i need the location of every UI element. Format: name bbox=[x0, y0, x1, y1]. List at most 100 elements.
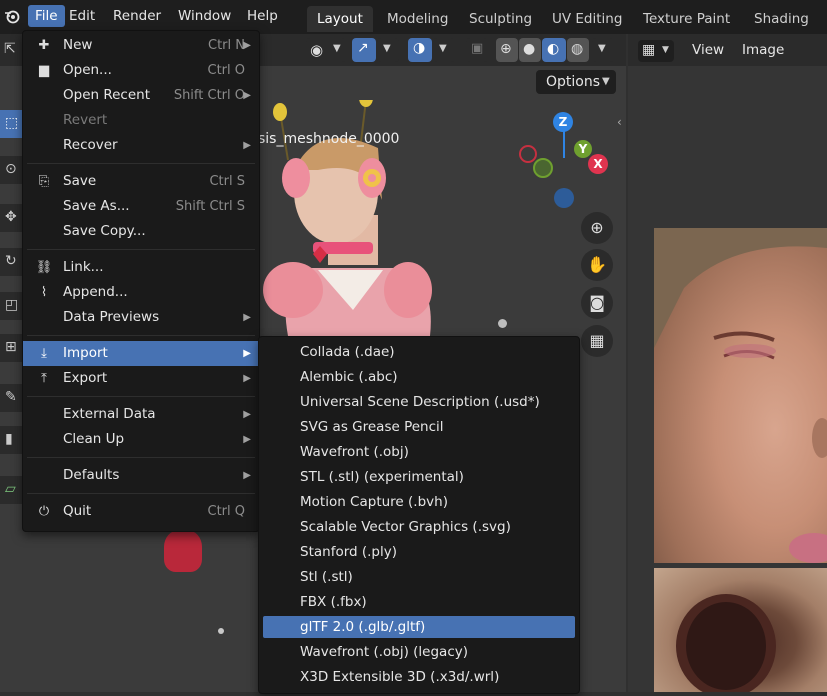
import-stanford-ply[interactable]: Stanford (.ply) bbox=[263, 541, 575, 563]
import-alembic[interactable]: Alembic (.abc) bbox=[263, 366, 575, 388]
editor-type-button[interactable]: ▦ ▼ bbox=[638, 40, 674, 62]
axis-neg-x-handle[interactable] bbox=[519, 145, 537, 163]
rendered-sphere-icon: ◍ bbox=[571, 41, 584, 57]
light-gizmo[interactable] bbox=[218, 628, 224, 634]
overlay-toggle-button[interactable]: ◑ bbox=[408, 38, 432, 62]
file-menu-data-previews[interactable]: Data Previews ▶ bbox=[23, 305, 259, 330]
visibility-dropdown[interactable]: ◉ ▼ bbox=[306, 38, 346, 62]
chevron-down-icon: ▼ bbox=[662, 45, 669, 55]
file-menu-revert: Revert bbox=[23, 108, 259, 133]
file-menu-import[interactable]: ⤓ Import ▶ bbox=[23, 341, 259, 366]
tab-uv-editing[interactable]: UV Editing bbox=[542, 6, 632, 32]
tool-add-cube[interactable]: ▱ bbox=[0, 476, 24, 504]
tab-texture-paint[interactable]: Texture Paint bbox=[633, 6, 740, 32]
chevron-down-icon: ▼ bbox=[439, 43, 447, 54]
file-menu-open-recent[interactable]: Open Recent Shift Ctrl O ▶ bbox=[23, 83, 259, 108]
import-item-label: Wavefront (.obj) bbox=[300, 444, 409, 460]
import-gltf[interactable]: glTF 2.0 (.glb/.gltf) bbox=[263, 616, 575, 638]
file-menu-link[interactable]: ⛓ Link... bbox=[23, 255, 259, 280]
new-file-icon: ✚ bbox=[38, 38, 50, 53]
tool-annotate[interactable]: ✎ bbox=[0, 384, 24, 412]
submenu-arrow-icon: ▶ bbox=[243, 348, 251, 359]
tool-cursor[interactable]: ⊙ bbox=[0, 156, 24, 184]
camera-view-button[interactable]: ◙ bbox=[581, 287, 613, 319]
file-menu-open[interactable]: ▆ Open... Ctrl O bbox=[23, 58, 259, 83]
tool-select-box[interactable]: ⬚ bbox=[0, 110, 24, 138]
tab-sculpting[interactable]: Sculpting bbox=[459, 6, 542, 32]
file-menu-label: External Data bbox=[63, 406, 156, 422]
blender-logo-icon[interactable] bbox=[4, 8, 20, 24]
empty-gizmo[interactable] bbox=[498, 319, 507, 328]
file-menu-save-as[interactable]: Save As... Shift Ctrl S bbox=[23, 194, 259, 219]
menu-edit[interactable]: Edit bbox=[62, 5, 102, 27]
file-menu-save-copy[interactable]: Save Copy... bbox=[23, 219, 259, 244]
menu-view[interactable]: View bbox=[692, 42, 724, 58]
menu-window[interactable]: Window bbox=[171, 5, 238, 27]
shading-wireframe-button[interactable]: ⊕ bbox=[496, 38, 518, 62]
tab-layout[interactable]: Layout bbox=[307, 6, 373, 32]
tool-scale[interactable]: ◰ bbox=[0, 292, 24, 320]
axis-y-handle[interactable]: Y bbox=[574, 140, 592, 158]
xray-toggle-button[interactable]: ▣ bbox=[466, 38, 488, 62]
tool-transform[interactable]: ⊞ bbox=[0, 334, 24, 362]
menu-image[interactable]: Image bbox=[742, 42, 784, 58]
import-stl-experimental[interactable]: STL (.stl) (experimental) bbox=[263, 466, 575, 488]
file-menu-external-data[interactable]: External Data ▶ bbox=[23, 402, 259, 427]
axis-neg-y-handle[interactable] bbox=[533, 158, 553, 178]
submenu-arrow-icon: ▶ bbox=[243, 40, 251, 51]
file-menu-new[interactable]: ✚ New Ctrl N ▶ bbox=[23, 33, 259, 58]
import-svg-grease-pencil[interactable]: SVG as Grease Pencil bbox=[263, 416, 575, 438]
import-usd[interactable]: Universal Scene Description (.usd*) bbox=[263, 391, 575, 413]
tab-modeling[interactable]: Modeling bbox=[377, 6, 458, 32]
tool-measure[interactable]: ▮ bbox=[0, 426, 24, 454]
axis-x-handle[interactable]: X bbox=[588, 154, 608, 174]
overlay-dropdown[interactable]: ▼ bbox=[433, 38, 455, 62]
import-stl[interactable]: Stl (.stl) bbox=[263, 566, 575, 588]
file-menu-label: Export bbox=[63, 370, 108, 386]
import-wavefront-obj-legacy[interactable]: Wavefront (.obj) (legacy) bbox=[263, 641, 575, 663]
file-menu-append[interactable]: ⌇ Append... bbox=[23, 280, 259, 305]
shading-solid-button[interactable]: ● bbox=[519, 38, 541, 62]
axis-z-handle[interactable]: Z bbox=[553, 112, 573, 132]
options-dropdown[interactable]: Options ▼ bbox=[536, 70, 616, 94]
camera-icon: ◙ bbox=[589, 293, 605, 312]
import-item-label: Stanford (.ply) bbox=[300, 544, 398, 560]
axis-neg-z-handle[interactable] bbox=[554, 188, 574, 208]
file-menu-label: Recover bbox=[63, 137, 118, 153]
import-collada[interactable]: Collada (.dae) bbox=[263, 341, 575, 363]
tool-rotate[interactable]: ↻ bbox=[0, 248, 24, 276]
file-menu-label: Quit bbox=[63, 503, 92, 519]
import-fbx[interactable]: FBX (.fbx) bbox=[263, 591, 575, 613]
file-menu-shortcut: Ctrl S bbox=[209, 174, 245, 189]
import-motion-capture[interactable]: Motion Capture (.bvh) bbox=[263, 491, 575, 513]
file-menu-save[interactable]: ⎘ Save Ctrl S bbox=[23, 169, 259, 194]
import-x3d[interactable]: X3D Extensible 3D (.x3d/.wrl) bbox=[263, 666, 575, 688]
zoom-button[interactable]: ⊕ bbox=[581, 212, 613, 244]
menu-help[interactable]: Help bbox=[240, 5, 285, 27]
import-wavefront-obj[interactable]: Wavefront (.obj) bbox=[263, 441, 575, 463]
shading-rendered-button[interactable]: ◍ bbox=[567, 38, 589, 62]
file-menu-label: Clean Up bbox=[63, 431, 125, 447]
sidebar-toggle-arrow-icon[interactable]: ‹ bbox=[617, 115, 622, 129]
scale-icon: ◰ bbox=[5, 297, 19, 313]
file-menu-defaults[interactable]: Defaults ▶ bbox=[23, 463, 259, 488]
menu-render[interactable]: Render bbox=[106, 5, 168, 27]
tab-shading[interactable]: Shading bbox=[744, 6, 819, 32]
file-menu-recover[interactable]: Recover ▶ bbox=[23, 133, 259, 158]
tool-mode-selector[interactable]: ⇱ bbox=[0, 36, 24, 64]
gizmo-toggle-button[interactable]: ↗ bbox=[352, 38, 376, 62]
pan-button[interactable]: ✋ bbox=[581, 249, 613, 281]
perspective-toggle-button[interactable]: ▦ bbox=[581, 325, 613, 357]
file-menu-export[interactable]: ⤒ Export ▶ bbox=[23, 366, 259, 391]
import-submenu: Collada (.dae) Alembic (.abc) Universal … bbox=[258, 336, 580, 694]
link-icon: ⛓ bbox=[35, 260, 53, 275]
tool-move[interactable]: ✥ bbox=[0, 204, 24, 232]
shading-material-button[interactable]: ◐ bbox=[542, 38, 566, 62]
import-svg[interactable]: Scalable Vector Graphics (.svg) bbox=[263, 516, 575, 538]
menu-file[interactable]: File bbox=[28, 5, 65, 27]
scene-object-red[interactable] bbox=[164, 530, 202, 572]
gizmo-dropdown[interactable]: ▼ bbox=[377, 38, 399, 62]
file-menu-clean-up[interactable]: Clean Up ▶ bbox=[23, 427, 259, 452]
shading-dropdown[interactable]: ▼ bbox=[592, 38, 614, 62]
file-menu-quit[interactable]: ⏻ Quit Ctrl Q bbox=[23, 499, 259, 524]
